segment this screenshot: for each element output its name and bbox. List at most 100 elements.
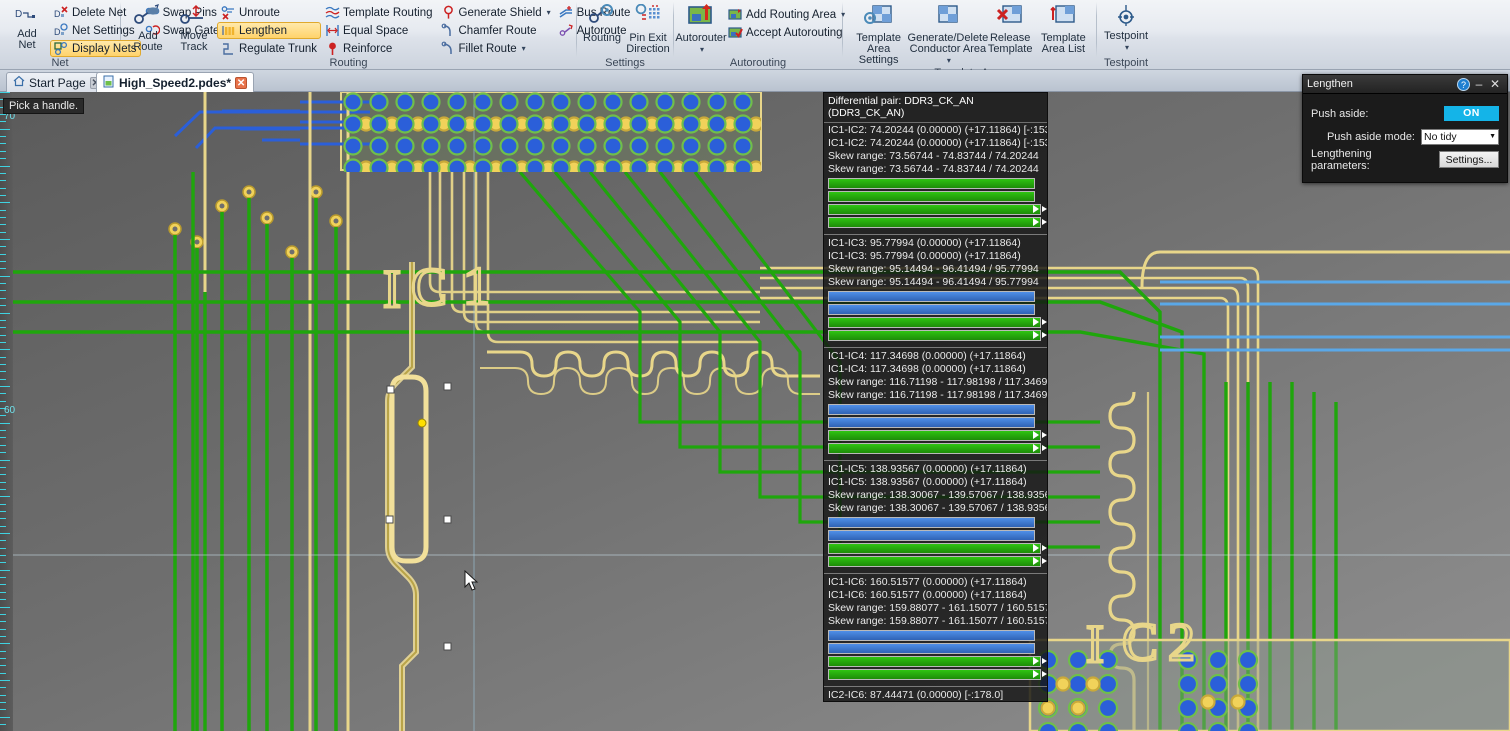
lengthen-dialog-title: Lengthen [1307,78,1353,90]
testpoint-button[interactable]: Testpoint ▾ [1101,3,1151,54]
net-settings-icon: D [54,23,69,38]
unroute-button[interactable]: Unroute [217,4,321,21]
generate-delete-conductor-area-button[interactable]: Generate/Delete Conductor Area ▾ [908,3,988,67]
close-icon[interactable]: ✕ [1487,77,1503,92]
generate-shield-label: Generate Shield [458,6,542,19]
fillet-route-caret-icon[interactable]: ▾ [522,44,526,53]
lengthen-dialog[interactable]: Lengthen ? – ✕ Push aside: ON Push aside… [1302,74,1508,183]
bga-pad [629,92,649,112]
lengthening-settings-button[interactable]: Settings... [1439,151,1499,168]
ruler-tick [0,525,6,527]
ruler-tick [0,606,10,608]
add-routing-area-button[interactable]: Add Routing Area ▾ [724,6,849,23]
tab-high-speed2-label: High_Speed2.pdes* [119,75,232,90]
delete-net-icon: D [54,5,69,20]
generate-shield-button[interactable]: Generate Shield ▾ [437,4,555,21]
length-bar [828,643,1035,654]
bga-pad [1237,649,1259,671]
ruler-tick [0,224,6,226]
template-area-list-button[interactable]: Template Area List [1035,3,1091,56]
add-routing-area-label: Add Routing Area [746,8,837,21]
lengthen-dialog-titlebar[interactable]: Lengthen ? – ✕ [1303,75,1507,94]
bga-pad [603,158,623,172]
accept-autorouting-button[interactable]: Accept Autorouting [724,24,849,41]
push-aside-toggle[interactable]: ON [1444,106,1499,121]
differential-pair-info-panel[interactable]: Differential pair: DDR3_CK_AN (DDR3_CK_A… [823,92,1048,702]
tab-high-speed2[interactable]: High_Speed2.pdes* ✕ [96,72,255,92]
chamfer-route-button[interactable]: Chamfer Route [437,22,555,39]
bar-arrow-icon [1033,670,1039,678]
ruler-tick [0,194,6,196]
bga-pad [473,92,493,112]
length-bar-row [828,656,1047,667]
autorouter-caret-icon[interactable]: ▾ [700,44,704,55]
push-aside-mode-row: Push aside mode: No tidy ▼ [1311,126,1499,147]
pcb-canvas[interactable]: IC1IC2 70 60 Pick a handle. [0,92,1510,731]
autorouter-button[interactable]: Autorouter ▾ [675,3,727,56]
lengthen-label: Lengthen [239,24,287,37]
ruler-tick [0,363,6,365]
push-aside-mode-value: No tidy [1424,130,1457,143]
tab-start-page[interactable]: Start Page ✕ [6,72,109,92]
generate-shield-caret-icon[interactable]: ▾ [547,8,551,17]
regulate-trunk-button[interactable]: Regulate Trunk [217,40,321,57]
bga-pad [681,114,701,134]
ruler-tick [0,591,6,593]
info-line: Skew range: 159.88077 - 161.15077 / 160.… [828,602,1047,614]
help-icon[interactable]: ? [1455,77,1471,92]
minimize-button[interactable]: – [1471,77,1487,92]
generate-delete-caret-icon[interactable]: ▾ [947,55,951,66]
length-bar [828,656,1041,667]
regulate-trunk-label: Regulate Trunk [239,42,317,55]
ribbon-group-autorouting: Autorouter ▾ Add Routing Area ▾ Accept A… [674,0,845,70]
bga-pad [655,114,675,134]
fillet-route-button[interactable]: Fillet Route ▾ [437,40,555,57]
bga-pad [1055,676,1071,692]
ruler-tick [0,305,6,307]
bar-arrow-icon [1033,318,1039,326]
template-routing-button[interactable]: Template Routing [321,4,437,21]
routing-small-col-3: Generate Shield ▾ Chamfer Route Fillet R… [437,3,555,57]
bga-pad [447,92,467,112]
length-bar-row [828,404,1043,415]
reinforce-label: Reinforce [343,42,393,55]
bga-pad [1237,721,1259,731]
bga-pad [525,92,545,112]
ruler-tick [0,650,6,652]
info-line: Skew range: 116.71198 - 117.98198 / 117.… [828,376,1047,388]
bga-pad [551,136,571,156]
info-line: Skew range: 159.88077 - 161.15077 / 160.… [828,615,1047,627]
length-bar-row [828,643,1043,654]
ruler-tick [0,643,10,645]
equal-space-button[interactable]: Equal Space [321,22,437,39]
bga-pad [577,158,597,172]
info-group: IC2-IC6: 87.44471 (0.00000) [-:178.0]IC2… [824,688,1047,701]
move-track-button[interactable]: Move Track [171,3,217,54]
ruler-tick [0,312,10,314]
bar-arrow-outer-icon [1042,545,1047,551]
testpoint-caret-icon[interactable]: ▾ [1125,42,1129,53]
ruler-tick [0,694,6,696]
info-group-separator [824,573,1047,574]
reinforce-button[interactable]: Reinforce [321,40,437,57]
add-net-button[interactable]: D Add Net [4,3,50,52]
push-aside-mode-select[interactable]: No tidy ▼ [1421,128,1499,145]
length-bar-row [828,430,1047,441]
tab-high-speed2-close-icon[interactable]: ✕ [235,76,248,89]
add-route-button[interactable]: Add Route [125,3,171,54]
chevron-down-icon[interactable]: ▼ [1489,133,1496,140]
length-bar-row [828,330,1047,341]
ribbon-group-testpoint: Testpoint ▾ Testpoint [1097,0,1155,70]
ruler-tick [0,239,10,240]
svg-text:D: D [54,27,61,37]
ruler-tick [0,283,6,285]
pin-exit-direction-button[interactable]: Pin Exit Direction [625,3,671,56]
bga-pad [1230,694,1246,710]
ruler-tick [0,584,6,586]
lengthen-button[interactable]: Lengthen [217,22,321,39]
bga-pad [655,92,675,112]
template-area-settings-button[interactable]: Template Area Settings [848,3,910,67]
release-template-button[interactable]: Release Template [986,3,1034,56]
routing-settings-button[interactable]: Routing [579,3,625,45]
length-bar-row [828,204,1047,215]
